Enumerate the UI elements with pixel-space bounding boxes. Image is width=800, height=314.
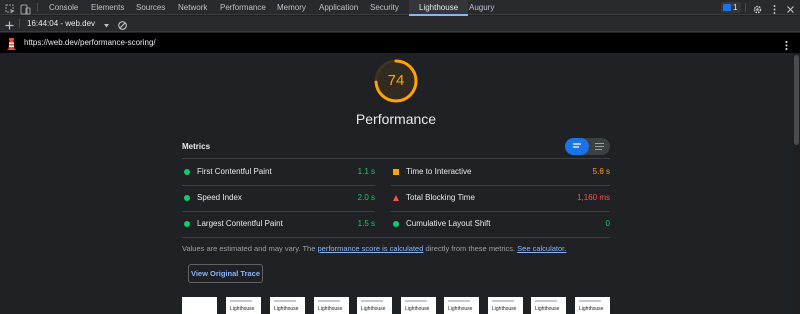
filmstrip-frame: Lighthouse: [531, 297, 566, 314]
metric-value: 1,160 ms: [577, 193, 610, 202]
pass-indicator: [184, 221, 190, 227]
metric-value: 5.6 s: [592, 167, 610, 176]
metric-label: Cumulative Layout Shift: [406, 219, 491, 228]
filmstrip-frame: Lighthouse: [575, 297, 610, 314]
frame-caption: Lighthouse: [492, 306, 517, 312]
report-selector[interactable]: 16:44:04 - web.dev: [27, 16, 95, 32]
metrics-disclaimer: Values are estimated and may vary. The p…: [182, 244, 566, 253]
filmstrip-frame: Lighthouse: [270, 297, 305, 314]
metric-label: Largest Contentful Paint: [197, 219, 283, 228]
tab-augury[interactable]: Augury: [469, 0, 494, 15]
pass-indicator: [184, 169, 190, 175]
frame-caption: Lighthouse: [274, 306, 299, 312]
tab-network[interactable]: Network: [178, 0, 207, 15]
category-title: Performance: [355, 111, 437, 127]
tab-memory[interactable]: Memory: [277, 0, 306, 15]
metric-value: 1.1 s: [357, 167, 375, 176]
add-report-icon[interactable]: [4, 18, 15, 30]
tab-performance[interactable]: Performance: [220, 0, 266, 15]
metric-value: 0: [605, 219, 610, 228]
pass-indicator: [184, 195, 190, 201]
metric-speed-index: Speed Index 2.0 s: [182, 185, 375, 211]
clear-all-icon[interactable]: [117, 18, 128, 30]
metric-cumulative-layout-shift: Cumulative Layout Shift 0: [391, 211, 610, 237]
frame-caption: Lighthouse: [361, 306, 386, 312]
filmstrip-frame: Lighthouse: [226, 297, 261, 314]
toolbar-divider: [745, 3, 746, 12]
frame-caption: Lighthouse: [318, 306, 343, 312]
toolbar-divider: [19, 19, 20, 28]
metric-first-contentful-paint: First Contentful Paint 1.1 s: [182, 159, 375, 185]
performance-score: 74: [387, 72, 405, 89]
filmstrip: Lighthouse Lighthouse Lighthouse Lightho…: [182, 297, 612, 314]
filmstrip-frame: Lighthouse: [314, 297, 349, 314]
frame-caption: Lighthouse: [535, 306, 560, 312]
pass-indicator: [393, 221, 399, 227]
metric-label: First Contentful Paint: [197, 167, 272, 176]
message-icon: [723, 4, 731, 11]
lighthouse-logo-icon: [7, 37, 18, 50]
frame-caption: Lighthouse: [405, 306, 430, 312]
inspect-element-icon[interactable]: [5, 2, 16, 14]
metrics-view-toggle[interactable]: [565, 138, 610, 155]
fail-indicator: [393, 195, 399, 201]
settings-gear-icon[interactable]: [752, 2, 763, 14]
device-toolbar-icon[interactable]: [20, 2, 31, 15]
filmstrip-frame: [182, 297, 217, 314]
tab-sources[interactable]: Sources: [136, 0, 165, 15]
close-icon[interactable]: [785, 2, 796, 13]
metric-largest-contentful-paint: Largest Contentful Paint 1.5 s: [182, 211, 375, 237]
metric-value: 1.5 s: [357, 219, 375, 228]
more-options-icon[interactable]: [769, 2, 780, 14]
expanded-view-icon[interactable]: [589, 138, 610, 155]
filmstrip-frame: Lighthouse: [444, 297, 479, 314]
metric-label: Speed Index: [197, 193, 242, 202]
report-url: https://web.dev/performance-scoring/: [24, 38, 156, 47]
dropdown-arrow-icon[interactable]: [101, 18, 112, 29]
metric-label: Time to Interactive: [406, 167, 472, 176]
metric-label: Total Blocking Time: [406, 193, 475, 202]
score-calculation-link[interactable]: performance score is calculated: [317, 244, 423, 253]
filmstrip-frame: Lighthouse: [488, 297, 523, 314]
filmstrip-frame: Lighthouse: [357, 297, 392, 314]
metric-value: 2.0 s: [357, 193, 375, 202]
lighthouse-report: 74 Performance Metrics First Contentful …: [0, 53, 800, 314]
tab-elements[interactable]: Elements: [91, 0, 124, 15]
metrics-bottom-divider: [182, 237, 610, 238]
see-calculator-link[interactable]: See calculator.: [517, 244, 566, 253]
metric-time-to-interactive: Time to Interactive 5.6 s: [391, 159, 610, 185]
toolbar-divider: [37, 3, 38, 12]
tab-application[interactable]: Application: [319, 0, 358, 15]
issues-count: 1: [733, 3, 738, 12]
lighthouse-toolbar: 16:44:04 - web.dev: [0, 16, 800, 32]
frame-caption: Lighthouse: [579, 306, 604, 312]
toggle-compact[interactable]: [565, 138, 589, 155]
report-menu-icon[interactable]: [781, 38, 792, 50]
metrics-heading: Metrics: [182, 142, 211, 151]
view-original-trace-button[interactable]: View Original Trace: [188, 264, 263, 283]
compact-view-icon: [573, 143, 581, 148]
average-indicator: [393, 169, 399, 175]
frame-caption: Lighthouse: [448, 306, 473, 312]
devtools-tab-bar: Console Elements Sources Network Perform…: [0, 0, 800, 16]
scrollbar-thumb[interactable]: [794, 55, 799, 145]
issues-counter[interactable]: 1: [721, 2, 741, 13]
report-scrollbar[interactable]: [793, 53, 800, 314]
filmstrip-frame: Lighthouse: [401, 297, 436, 314]
tab-console[interactable]: Console: [49, 0, 78, 15]
tab-lighthouse[interactable]: Lighthouse: [409, 0, 469, 16]
disclaimer-text: Values are estimated and may vary. The: [182, 244, 318, 253]
tab-security[interactable]: Security: [370, 0, 399, 15]
frame-caption: Lighthouse: [230, 306, 255, 312]
metric-total-blocking-time: Total Blocking Time 1,160 ms: [391, 185, 610, 211]
url-bar: https://web.dev/performance-scoring/: [0, 33, 800, 53]
disclaimer-text: directly from these metrics.: [423, 244, 518, 253]
